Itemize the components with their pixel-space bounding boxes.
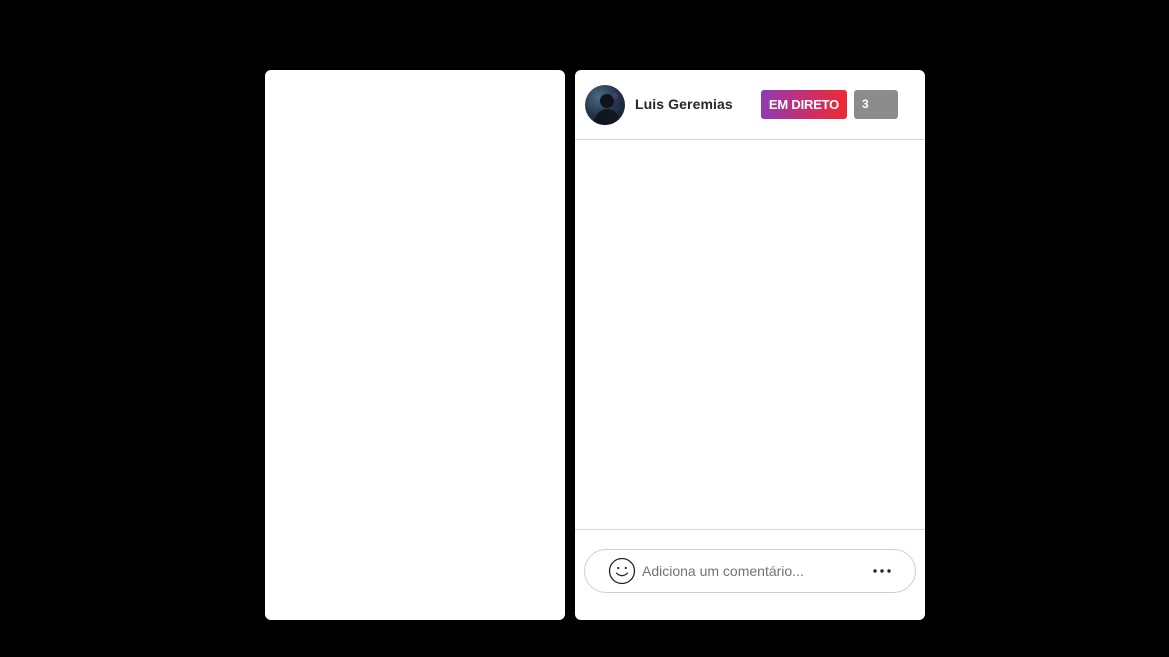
comment-box [584,549,916,593]
stage: Luis Geremias EM DIRETO 3 [0,0,1169,657]
comments-area[interactable] [575,141,925,529]
more-dots-icon [873,569,891,573]
username[interactable]: Luis Geremias [635,96,733,112]
comment-input[interactable] [642,560,852,582]
avatar-icon [593,93,621,125]
smiley-face-icon [608,557,636,585]
more-options-button[interactable] [871,562,893,580]
user-avatar[interactable] [585,85,625,125]
live-badge: EM DIRETO [761,90,847,119]
video-panel [265,70,565,620]
live-panel: Luis Geremias EM DIRETO 3 [575,70,925,620]
live-header: Luis Geremias EM DIRETO 3 [575,70,925,140]
emoji-button[interactable] [608,557,636,585]
comment-bar [575,529,925,620]
viewer-count-badge: 3 [854,90,898,119]
